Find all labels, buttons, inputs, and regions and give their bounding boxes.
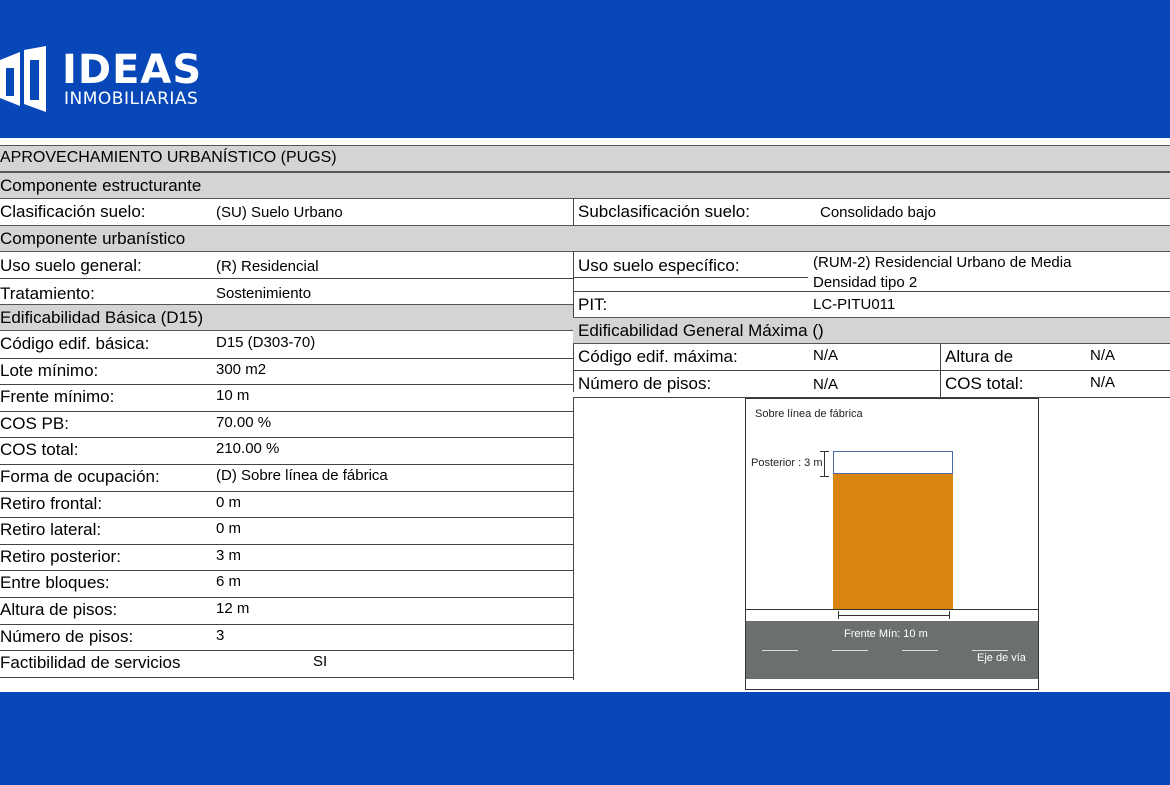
uso-general-value: (R) Residencial — [216, 258, 319, 275]
basica-row-label: Entre bloques: — [0, 573, 110, 592]
road-marking — [902, 650, 938, 651]
divider — [0, 570, 573, 571]
divider — [0, 437, 573, 438]
section-edif-maxima: Edificabilidad General Máxima () — [573, 317, 1170, 344]
divider — [0, 464, 573, 465]
frente-dimension-line — [838, 615, 950, 616]
divider — [0, 491, 573, 492]
uso-especifico-value-line1: (RUM-2) Residencial Urbano de Media — [813, 254, 1072, 271]
cos-maxima-value: N/A — [1090, 374, 1116, 391]
pisos-maxima-value: N/A — [813, 376, 839, 393]
divider — [573, 291, 1170, 292]
divider — [573, 199, 574, 226]
clasificacion-label: Clasificación suelo: — [0, 202, 146, 221]
tratamiento-value: Sostenimiento — [216, 285, 312, 302]
divider — [0, 358, 573, 359]
basica-row-value: (D) Sobre línea de fábrica — [216, 467, 388, 484]
basica-row-label: Altura de pisos: — [0, 600, 118, 619]
basica-row-value: 3 m — [216, 547, 242, 564]
dimension-tick — [949, 611, 950, 619]
divider — [573, 277, 808, 278]
divider — [0, 384, 573, 385]
divider — [0, 517, 573, 518]
subclasificacion-value: Consolidado bajo — [820, 204, 936, 221]
brand-name: IDEAS — [62, 47, 203, 93]
pit-value: LC-PITU011 — [813, 296, 896, 313]
basica-row-label: Retiro posterior: — [0, 547, 121, 566]
road-marking — [972, 650, 1008, 651]
clasificacion-value: (SU) Suelo Urbano — [216, 204, 343, 221]
divider — [573, 397, 574, 680]
road-marking — [762, 650, 798, 651]
basica-row-value: 70.00 % — [216, 414, 272, 431]
basica-row-label: Número de pisos: — [0, 627, 134, 646]
road-marking — [832, 650, 868, 651]
basica-row-value: D15 (D303-70) — [216, 334, 316, 351]
pit-label: PIT: — [578, 295, 608, 314]
dimension-line — [824, 451, 825, 477]
pisos-maxima-label: Número de pisos: — [578, 374, 712, 393]
road: Frente Mín: 10 m Eje de vía — [746, 621, 1038, 679]
frente-label: Frente Mín: 10 m — [844, 628, 928, 640]
basica-row-label: Factibilidad de servicios — [0, 653, 181, 672]
divider — [573, 370, 1170, 371]
cos-maxima-label: COS total: — [945, 374, 1024, 393]
header: IDEAS INMOBILIARIAS — [0, 0, 1170, 138]
uso-especifico-label: Uso suelo específico: — [578, 256, 740, 275]
subclasificacion-label: Subclasificación suelo: — [578, 202, 750, 221]
basica-row-value: 3 — [216, 627, 225, 644]
basica-row-value: 210.00 % — [216, 440, 280, 457]
divider — [0, 650, 573, 651]
rear-setback-zone — [833, 451, 953, 474]
basica-row-value: SI — [313, 653, 328, 670]
uso-general-label: Uso suelo general: — [0, 256, 142, 275]
divider — [0, 624, 573, 625]
basica-row-value: 12 m — [216, 600, 250, 617]
diagram-title: Sobre línea de fábrica — [755, 408, 863, 420]
divider — [0, 677, 573, 678]
basica-row-value: 0 m — [216, 520, 242, 537]
dimension-tick — [838, 611, 839, 619]
occupation-diagram: Sobre línea de fábrica Posterior : 3 m F… — [745, 398, 1039, 690]
basica-row-label: Forma de ocupación: — [0, 467, 160, 486]
divider — [0, 597, 573, 598]
basica-row-value: 10 m — [216, 387, 250, 404]
uso-especifico-value-line2: Densidad tipo 2 — [813, 274, 918, 291]
divider — [940, 344, 941, 397]
divider — [0, 278, 573, 279]
section-urbanistico: Componente urbanístico — [0, 225, 1170, 252]
building-footprint — [833, 474, 953, 610]
divider — [0, 411, 573, 412]
altura-maxima-value: N/A — [1090, 347, 1116, 364]
basica-row-label: Retiro frontal: — [0, 494, 103, 513]
basica-row-label: Código edif. básica: — [0, 334, 150, 353]
codigo-maxima-label: Código edif. máxima: — [578, 347, 738, 366]
section-estructurante: Componente estructurante — [0, 172, 1170, 199]
codigo-maxima-value: N/A — [813, 347, 839, 364]
tratamiento-label: Tratamiento: — [0, 284, 95, 303]
eje-label: Eje de vía — [977, 652, 1026, 664]
basica-row-label: Lote mínimo: — [0, 361, 99, 380]
altura-maxima-label: Altura de — [945, 347, 1014, 366]
section-edif-basica: Edificabilidad Básica (D15) — [0, 304, 573, 331]
posterior-label: Posterior : 3 m — [751, 457, 823, 469]
brand-tagline: INMOBILIARIAS — [64, 89, 199, 109]
basica-row-label: COS PB: — [0, 414, 69, 433]
building-logo-icon — [0, 46, 46, 112]
basica-row-value: 300 m2 — [216, 361, 267, 378]
dimension-tick — [820, 476, 829, 477]
property-line — [746, 609, 1038, 610]
divider — [0, 544, 573, 545]
basica-row-label: Frente mínimo: — [0, 387, 115, 406]
basica-row-label: Retiro lateral: — [0, 520, 102, 539]
main-title: APROVECHAMIENTO URBANÍSTICO (PUGS) — [0, 145, 1170, 172]
basica-row-value: 0 m — [216, 494, 242, 511]
basica-row-value: 6 m — [216, 573, 242, 590]
basica-row-label: COS total: — [0, 440, 79, 459]
dimension-tick — [820, 451, 829, 452]
